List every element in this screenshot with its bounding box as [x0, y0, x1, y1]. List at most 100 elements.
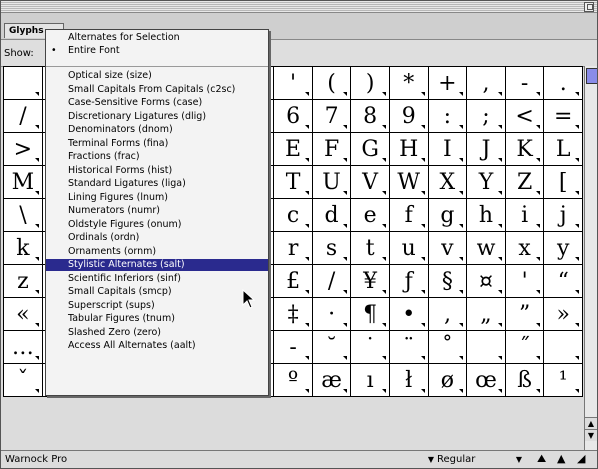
glyph-cell[interactable]: e: [350, 198, 390, 232]
glyph-cell[interactable]: ): [350, 66, 390, 100]
glyph-cell[interactable]: f: [388, 198, 429, 232]
glyph-cell[interactable]: K: [504, 132, 545, 166]
glyph-cell[interactable]: æ: [311, 363, 352, 397]
glyph-cell[interactable]: Z: [504, 165, 545, 199]
menu-item-feature[interactable]: Stylistic Alternates (salt): [46, 259, 268, 271]
glyph-cell[interactable]: +: [427, 66, 468, 100]
menu-item-feature[interactable]: Oldstyle Figures (onum): [46, 219, 268, 231]
font-family-name[interactable]: Warnock Pro: [5, 454, 67, 465]
glyph-cell[interactable]: ,: [466, 66, 506, 100]
glyph-cell[interactable]: T: [273, 165, 313, 199]
glyph-cell[interactable]: I: [427, 132, 468, 166]
glyph-cell[interactable]: º: [273, 363, 313, 397]
glyph-cell[interactable]: t: [350, 231, 390, 265]
glyph-cell[interactable]: ': [273, 66, 313, 100]
glyph-cell[interactable]: X: [427, 165, 468, 199]
glyph-cell[interactable]: ı: [350, 363, 390, 397]
menu-item-feature[interactable]: Tabular Figures (tnum): [46, 313, 268, 325]
vertical-scrollbar[interactable]: ▲ ▼: [584, 66, 597, 450]
menu-item-feature[interactable]: Ornaments (ornm): [46, 246, 268, 258]
glyph-cell[interactable]: ˙: [350, 330, 390, 364]
menu-item-feature[interactable]: Superscript (sups): [46, 300, 268, 312]
glyph-cell[interactable]: G: [350, 132, 390, 166]
glyph-cell[interactable]: 8: [350, 99, 390, 133]
zoom-out-mountain-icon[interactable]: ⛰: [537, 452, 546, 466]
menu-item-feature[interactable]: Optical size (size): [46, 70, 268, 82]
menu-item-feature[interactable]: Slashed Zero (zero): [46, 327, 268, 339]
glyph-cell[interactable]: W: [388, 165, 429, 199]
glyph-cell[interactable]: »: [543, 297, 583, 331]
glyph-cell[interactable]: ø: [427, 363, 468, 397]
glyph-cell[interactable]: ·: [311, 297, 352, 331]
glyph-cell[interactable]: v: [427, 231, 468, 265]
glyph-cell[interactable]: ': [504, 264, 545, 298]
menu-item-feature[interactable]: Lining Figures (lnum): [46, 192, 268, 204]
glyph-cell[interactable]: (: [311, 66, 352, 100]
glyph-cell[interactable]: E: [273, 132, 313, 166]
glyph-cell[interactable]: .: [543, 66, 583, 100]
glyph-cell[interactable]: 9: [388, 99, 429, 133]
glyph-cell[interactable]: ˘: [311, 330, 352, 364]
glyph-cell[interactable]: y: [543, 231, 583, 265]
glyph-cell[interactable]: ¤: [466, 264, 506, 298]
glyph-cell[interactable]: 6: [273, 99, 313, 133]
glyph-cell[interactable]: J: [466, 132, 506, 166]
glyph-cell[interactable]: <: [504, 99, 545, 133]
glyph-cell[interactable]: ł: [388, 363, 429, 397]
glyph-cell[interactable]: •: [388, 297, 429, 331]
glyph-cell[interactable]: k: [3, 231, 43, 265]
glyph-cell[interactable]: /: [3, 99, 43, 133]
glyph-cell[interactable]: ˚: [427, 330, 468, 364]
glyph-cell[interactable]: …: [3, 330, 43, 364]
glyph-cell[interactable]: £: [273, 264, 313, 298]
title-bar[interactable]: [1, 1, 597, 13]
zoom-box-icon[interactable]: [584, 2, 594, 12]
glyph-cell[interactable]: [: [543, 165, 583, 199]
glyph-cell[interactable]: j: [543, 198, 583, 232]
glyph-cell[interactable]: ‡: [273, 297, 313, 331]
menu-item-entire-font[interactable]: • Entire Font: [46, 45, 268, 57]
glyph-cell[interactable]: V: [350, 165, 390, 199]
menu-item-feature[interactable]: Scientific Inferiors (sinf): [46, 273, 268, 285]
chevron-down-icon[interactable]: ▼: [426, 453, 436, 466]
glyph-cell[interactable]: [3, 66, 43, 100]
glyph-cell[interactable]: *: [388, 66, 429, 100]
glyph-cell[interactable]: s: [311, 231, 352, 265]
glyph-cell[interactable]: c: [273, 198, 313, 232]
glyph-cell[interactable]: h: [466, 198, 506, 232]
glyph-cell[interactable]: U: [311, 165, 352, 199]
menu-item-feature[interactable]: Numerators (numr): [46, 205, 268, 217]
glyph-cell[interactable]: u: [388, 231, 429, 265]
glyph-cell[interactable]: :: [427, 99, 468, 133]
glyph-cell[interactable]: F: [311, 132, 352, 166]
glyph-cell[interactable]: ¨: [388, 330, 429, 364]
scroll-up-arrow-icon[interactable]: ▲: [585, 417, 597, 429]
chevron-down-icon[interactable]: ▼: [514, 453, 524, 466]
glyph-cell[interactable]: [543, 330, 583, 364]
glyph-cell[interactable]: Y: [466, 165, 506, 199]
glyph-cell[interactable]: >: [3, 132, 43, 166]
font-style-dropdown[interactable]: ▼ Regular ▼: [426, 453, 534, 466]
glyph-cell[interactable]: w: [466, 231, 506, 265]
glyph-cell[interactable]: 7: [311, 99, 352, 133]
glyph-cell[interactable]: ”: [504, 297, 545, 331]
zoom-in-mountain-icon[interactable]: ▲: [557, 452, 565, 465]
glyph-cell[interactable]: œ: [466, 363, 506, 397]
glyph-cell[interactable]: ‚: [427, 297, 468, 331]
glyph-cell[interactable]: /: [311, 264, 352, 298]
glyph-cell[interactable]: ;: [466, 99, 506, 133]
glyph-cell[interactable]: g: [427, 198, 468, 232]
menu-item-feature[interactable]: Small Capitals (smcp): [46, 286, 268, 298]
menu-item-alternates-for-selection[interactable]: Alternates for Selection: [46, 32, 268, 44]
menu-item-feature[interactable]: Discretionary Ligatures (dlig): [46, 111, 268, 123]
menu-item-feature[interactable]: Fractions (frac): [46, 151, 268, 163]
glyph-cell[interactable]: -: [273, 330, 313, 364]
glyph-cell[interactable]: M: [3, 165, 43, 199]
resize-grip-icon[interactable]: ◢: [577, 452, 585, 465]
glyph-cell[interactable]: §: [427, 264, 468, 298]
glyph-cell[interactable]: ƒ: [388, 264, 429, 298]
glyph-cell[interactable]: ˇ: [3, 363, 43, 397]
menu-item-feature[interactable]: Ordinals (ordn): [46, 232, 268, 244]
glyph-cell[interactable]: „: [466, 297, 506, 331]
glyph-cell[interactable]: «: [3, 297, 43, 331]
